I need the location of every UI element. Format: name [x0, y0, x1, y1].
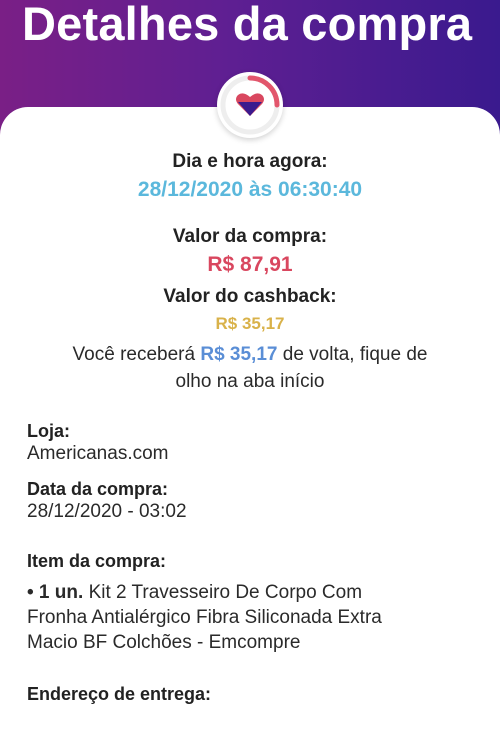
store-label: Loja:	[27, 421, 70, 441]
item-line3: Macio BF Colchões - Emcompre	[27, 632, 301, 653]
cashback-message-prefix: Você receberá	[72, 344, 196, 365]
purchase-date-value: 28/12/2020 - 03:02	[27, 501, 187, 522]
item-quantity: • 1 un.	[27, 582, 84, 603]
purchase-value: R$ 87,91	[207, 253, 293, 276]
cashback-message-suffix: de volta, fique de	[282, 344, 428, 365]
cashback-value: R$ 35,17	[215, 314, 285, 333]
delivery-address-label: Endereço de entrega:	[27, 684, 212, 704]
store-value: Americanas.com	[27, 443, 169, 464]
heart-logo-icon	[217, 72, 283, 138]
page-title: Detalhes da compra	[22, 0, 473, 50]
datetime-label: Dia e hora agora:	[172, 151, 328, 172]
cashback-label: Valor do cashback:	[163, 286, 337, 307]
item-line1: Kit 2 Travesseiro De Corpo Com	[88, 582, 363, 603]
cashback-message-amount: R$ 35,17	[200, 344, 278, 365]
purchase-date-label: Data da compra:	[27, 479, 169, 499]
item-label: Item da compra:	[27, 551, 167, 571]
cashback-message-line2: olho na aba início	[175, 371, 325, 392]
datetime-value: 28/12/2020 às 06:30:40	[137, 178, 363, 201]
purchase-value-label: Valor da compra:	[172, 226, 328, 247]
cashback-message: Você receberá R$ 35,17 de volta, fique d…	[0, 341, 500, 395]
item-line2: Fronha Antialérgico Fibra Siliconada Ext…	[27, 607, 382, 628]
item-description: • 1 un. Kit 2 Travesseiro De Corpo Com F…	[27, 580, 477, 655]
